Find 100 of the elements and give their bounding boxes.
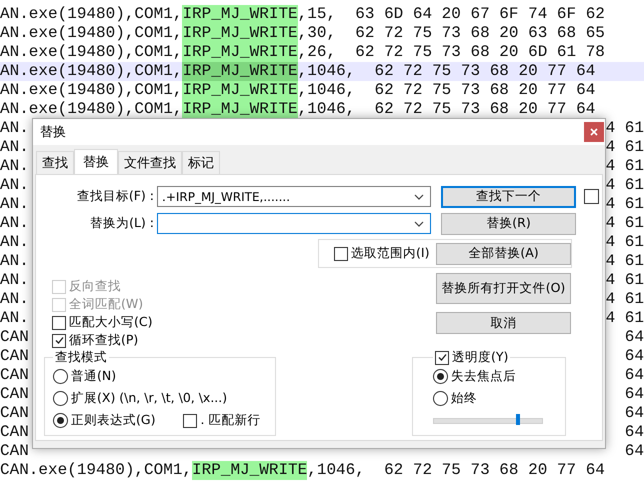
code-text: 4 61	[606, 252, 644, 271]
code-text: AN.exe(19480),COM1,	[0, 5, 182, 24]
search-match: IRP_MJ_WRITE	[182, 100, 298, 119]
slider-thumb[interactable]	[516, 414, 520, 425]
tab[interactable]: 标记	[182, 151, 220, 174]
code-text: 64	[624, 442, 644, 461]
close-button[interactable]	[584, 122, 604, 142]
code-text: 4 61	[606, 309, 644, 328]
code-text: 64	[624, 423, 644, 442]
find-combo-field[interactable]: .+IRP_MJ_WRITE,.......	[157, 186, 431, 207]
checkbox-label: 循环查找(P)	[69, 332, 138, 349]
checkbox[interactable]	[334, 246, 348, 260]
field-label: 查找目标(F) :	[76, 188, 155, 205]
code-text: 64	[624, 328, 644, 347]
tab[interactable]: 查找	[36, 151, 74, 174]
checkbox[interactable]	[52, 334, 66, 348]
tab[interactable]: 文件查找	[118, 151, 182, 174]
chevron-down-icon	[414, 194, 424, 200]
code-text: AN.	[0, 157, 29, 176]
checkmark-icon	[54, 335, 64, 346]
replace-all-open-files-button[interactable]: 替换所有打开文件(O)	[436, 273, 571, 304]
checkbox-label: 全词匹配(W)	[69, 296, 144, 313]
radio-label: 始终	[451, 390, 477, 407]
code-text: AN.exe(19480),COM1,	[0, 81, 182, 100]
search-match: IRP_MJ_WRITE	[182, 62, 298, 81]
tab[interactable]: 替换	[74, 149, 118, 174]
code-text: 64	[624, 366, 644, 385]
search-match: IRP_MJ_WRITE	[192, 461, 308, 480]
search-match: IRP_MJ_WRITE	[182, 5, 298, 24]
replace-all-button[interactable]: 全部替换(A)	[436, 242, 571, 264]
chevron-down-icon	[414, 220, 424, 226]
code-text: AN.exe(19480),COM1,	[0, 24, 182, 43]
cancel-button[interactable]: 取消	[436, 312, 571, 334]
code-text: CAN	[0, 347, 29, 366]
code-text: 4 61	[606, 233, 644, 252]
checkbox[interactable]	[52, 316, 66, 330]
code-text: AN.	[0, 252, 29, 271]
code-text: 4 61	[606, 119, 644, 138]
code-text: 64	[624, 347, 644, 366]
code-text: AN.exe(19480),COM1,	[0, 43, 182, 62]
code-text: AN.	[0, 176, 29, 195]
code-text: 4 61	[606, 138, 644, 157]
code-text: AN.	[0, 271, 29, 290]
radio-label: 扩展(X) (\n, \r, \t, \0, \x...)	[71, 390, 228, 407]
code-text: ,1046, 62 72 75 73 68 20 77 64	[307, 461, 605, 480]
field-label: 替换为(L) :	[89, 215, 155, 232]
code-text: AN.	[0, 119, 29, 138]
radio-button[interactable]	[53, 391, 68, 406]
checkmark-icon	[436, 352, 448, 363]
code-text: AN.	[0, 195, 29, 214]
checkbox[interactable]	[435, 350, 449, 364]
code-text: 4 61	[606, 176, 644, 195]
code-text: ,1046, 62 72 75 73 68 20 77 64	[298, 100, 596, 119]
field-value: .+IRP_MJ_WRITE,.......	[162, 190, 290, 204]
code-text: AN.	[0, 214, 29, 233]
code-text: ,1046, 62 72 75 73 68 20 77 64	[298, 81, 596, 100]
code-text: CAN	[0, 366, 29, 385]
code-text: 4 61	[606, 195, 644, 214]
code-text: CAN	[0, 442, 29, 461]
checkbox-label: 匹配大小写(C)	[69, 314, 152, 331]
code-text: AN.	[0, 138, 29, 157]
checkbox[interactable]	[584, 189, 599, 204]
code-text: 4 61	[606, 157, 644, 176]
radio-label: 正则表达式(G)	[71, 412, 156, 429]
code-text: 64	[624, 404, 644, 423]
code-text: ,15, 63 6D 64 20 67 6F 74 6F 62	[298, 5, 605, 24]
code-text: ,26, 62 72 75 73 68 20 6D 61 78	[298, 43, 605, 62]
checkbox[interactable]	[183, 414, 198, 428]
replace-button[interactable]: 替换(R)	[441, 212, 576, 234]
code-text: AN.exe(19480),COM1,	[0, 100, 182, 119]
window-title: 替换	[40, 124, 66, 141]
code-text: AN.exe(19480),COM1,	[0, 62, 182, 81]
replace-combo-field[interactable]	[157, 213, 431, 234]
code-text: 4 61	[606, 271, 644, 290]
code-text: 4 61	[606, 290, 644, 309]
code-text: CAN	[0, 385, 29, 404]
radio-button[interactable]	[433, 369, 448, 384]
code-text: CAN	[0, 404, 29, 423]
code-text: ,30, 62 72 75 73 68 20 63 68 65	[298, 24, 605, 43]
radio-button[interactable]	[53, 369, 68, 384]
search-match: IRP_MJ_WRITE	[182, 43, 298, 62]
code-text: CAN	[0, 328, 29, 347]
radio-button[interactable]	[53, 413, 68, 428]
search-match: IRP_MJ_WRITE	[182, 81, 298, 100]
group-title: 查找模式	[54, 349, 108, 366]
code-text: AN.	[0, 309, 29, 328]
code-text: 64	[624, 385, 644, 404]
code-text: AN.	[0, 290, 29, 309]
radio-label: 失去焦点后	[451, 368, 516, 385]
radio-button[interactable]	[433, 391, 448, 406]
code-text: CAN	[0, 423, 29, 442]
close-icon	[590, 128, 598, 136]
find-next-button[interactable]: 查找下一个	[441, 186, 576, 208]
search-match: IRP_MJ_WRITE	[182, 24, 298, 43]
checkbox-label: 透明度(Y)	[452, 349, 508, 366]
code-text: 4 61	[606, 214, 644, 233]
code-text: ,1046, 62 72 75 73 68 20 77 64	[298, 62, 596, 81]
code-text: CAN.exe(19480),COM1,	[0, 461, 192, 480]
code-text: AN.	[0, 233, 29, 252]
checkbox-label: 选取范围内(I)	[351, 245, 430, 262]
